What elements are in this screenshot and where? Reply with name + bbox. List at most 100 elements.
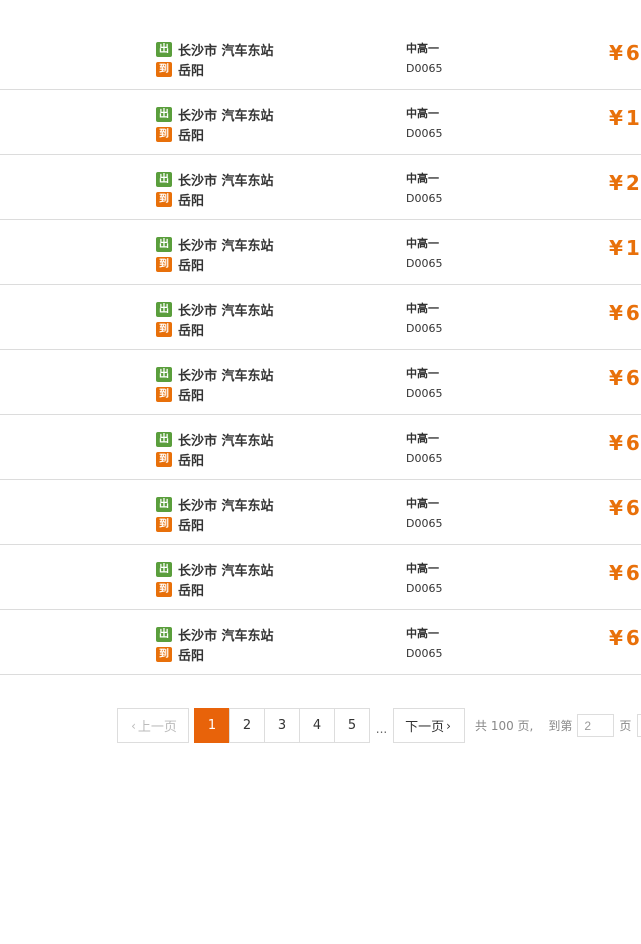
train-info: 中高一 D0065 [406, 39, 442, 79]
arrival-line: 到 岳阳 [156, 59, 274, 79]
arrival-line: 到 岳阳 [156, 189, 274, 209]
currency-symbol: ¥ [609, 41, 623, 65]
train-number: D0065 [406, 647, 443, 660]
arrival-tag: 到 [156, 256, 172, 272]
departure-tag: 出 [156, 626, 172, 642]
station-info: 出 长沙市 汽车东站 到 岳阳 [156, 364, 274, 404]
prev-page-button[interactable]: ‹ 上一页 [117, 708, 189, 743]
train-info: 中高一 D0065 [406, 494, 442, 534]
arrival-station: 岳阳 [178, 648, 205, 664]
price-value: 65 [625, 496, 641, 520]
arrival-line: 到 岳阳 [156, 449, 274, 469]
train-number: D0065 [406, 127, 443, 140]
page-button-2[interactable]: 2 [229, 708, 265, 743]
train-number: D0065 [406, 257, 443, 270]
goto-confirm-button[interactable] [637, 714, 641, 737]
departure-station: 长沙市 汽车东站 [178, 108, 274, 124]
train-type: 中高一 [406, 627, 439, 640]
price-value: 65 [625, 366, 641, 390]
departure-line: 出 长沙市 汽车东站 [156, 299, 274, 319]
arrival-tag: 到 [156, 126, 172, 142]
train-info: 中高一 D0065 [406, 364, 442, 404]
train-info: 中高一 D0065 [406, 234, 442, 274]
page-button-1[interactable]: 1 [194, 708, 230, 743]
train-info: 中高一 D0065 [406, 429, 442, 469]
departure-tag: 出 [156, 366, 172, 382]
arrival-station: 岳阳 [178, 388, 205, 404]
train-number: D0065 [406, 387, 443, 400]
departure-line: 出 长沙市 汽车东站 [156, 559, 274, 579]
list-item[interactable]: 出 长沙市 汽车东站 到 岳阳 中高一 D0065 ¥65 [0, 610, 641, 675]
arrival-tag: 到 [156, 386, 172, 402]
list-item[interactable]: 出 长沙市 汽车东站 到 岳阳 中高一 D0065 ¥12 [0, 90, 641, 155]
train-type: 中高一 [406, 107, 439, 120]
departure-line: 出 长沙市 汽车东站 [156, 39, 274, 59]
price-value: 65 [625, 301, 641, 325]
list-item[interactable]: 出 长沙市 汽车东站 到 岳阳 中高一 D0065 ¥65 [0, 415, 641, 480]
pagination-ellipsis: ... [375, 721, 388, 736]
price: ¥65 [609, 496, 641, 520]
arrival-station: 岳阳 [178, 323, 205, 339]
chevron-right-icon: › [446, 718, 451, 733]
list-item[interactable]: 出 长沙市 汽车东站 到 岳阳 中高一 D0065 ¥65 [0, 350, 641, 415]
price-value: 17 [625, 236, 641, 260]
currency-symbol: ¥ [609, 626, 623, 650]
price: ¥25 [609, 171, 641, 195]
departure-tag: 出 [156, 431, 172, 447]
goto-page-input[interactable] [577, 714, 615, 737]
arrival-line: 到 岳阳 [156, 579, 274, 599]
station-info: 出 长沙市 汽车东站 到 岳阳 [156, 559, 274, 599]
page-button-3[interactable]: 3 [264, 708, 300, 743]
currency-symbol: ¥ [609, 236, 623, 260]
station-info: 出 长沙市 汽车东站 到 岳阳 [156, 104, 274, 144]
page-button-4[interactable]: 4 [299, 708, 335, 743]
departure-tag: 出 [156, 106, 172, 122]
price-value: 12 [625, 106, 641, 130]
price-value: 25 [625, 171, 641, 195]
arrival-tag: 到 [156, 321, 172, 337]
list-item[interactable]: 出 长沙市 汽车东站 到 岳阳 中高一 D0065 ¥65 [0, 545, 641, 610]
list-item[interactable]: 出 长沙市 汽车东站 到 岳阳 中高一 D0065 ¥65 [0, 25, 641, 90]
goto-label: 到第 [548, 719, 573, 733]
price-value: 65 [625, 626, 641, 650]
departure-tag: 出 [156, 171, 172, 187]
departure-line: 出 长沙市 汽车东站 [156, 104, 274, 124]
train-type: 中高一 [406, 172, 439, 185]
next-page-button[interactable]: 下一页 › [393, 708, 465, 743]
list-item[interactable]: 出 长沙市 汽车东站 到 岳阳 中高一 D0065 ¥17 [0, 220, 641, 285]
station-info: 出 长沙市 汽车东站 到 岳阳 [156, 299, 274, 339]
price: ¥17 [609, 236, 641, 260]
list-item[interactable]: 出 长沙市 汽车东站 到 岳阳 中高一 D0065 ¥25 [0, 155, 641, 220]
departure-station: 长沙市 汽车东站 [178, 628, 274, 644]
list-item[interactable]: 出 长沙市 汽车东站 到 岳阳 中高一 D0065 ¥65 [0, 480, 641, 545]
train-type: 中高一 [406, 302, 439, 315]
train-type: 中高一 [406, 237, 439, 250]
price: ¥65 [609, 561, 641, 585]
currency-symbol: ¥ [609, 366, 623, 390]
departure-line: 出 长沙市 汽车东站 [156, 234, 274, 254]
chevron-left-icon: ‹ [131, 718, 136, 733]
arrival-line: 到 岳阳 [156, 514, 274, 534]
arrival-tag: 到 [156, 61, 172, 77]
arrival-line: 到 岳阳 [156, 384, 274, 404]
pagination: ‹ 上一页 1 2 3 4 5 ... 下一页 › 共 100 页, 到第 页 [117, 707, 641, 744]
arrival-station: 岳阳 [178, 193, 205, 209]
station-info: 出 长沙市 汽车东站 到 岳阳 [156, 494, 274, 534]
arrival-station: 岳阳 [178, 128, 205, 144]
price-value: 65 [625, 561, 641, 585]
train-type: 中高一 [406, 562, 439, 575]
departure-tag: 出 [156, 236, 172, 252]
currency-symbol: ¥ [609, 496, 623, 520]
price: ¥65 [609, 626, 641, 650]
page-unit-label: 页 [619, 719, 632, 733]
currency-symbol: ¥ [609, 301, 623, 325]
train-type: 中高一 [406, 432, 439, 445]
train-type: 中高一 [406, 367, 439, 380]
train-info: 中高一 D0065 [406, 624, 442, 664]
page-button-5[interactable]: 5 [334, 708, 370, 743]
departure-line: 出 长沙市 汽车东站 [156, 624, 274, 644]
prev-page-label: 上一页 [137, 720, 177, 735]
train-number: D0065 [406, 517, 443, 530]
list-item[interactable]: 出 长沙市 汽车东站 到 岳阳 中高一 D0065 ¥65 [0, 285, 641, 350]
route-list: 出 长沙市 汽车东站 到 岳阳 中高一 D0065 ¥65 出 长沙市 汽车东站… [0, 25, 641, 675]
